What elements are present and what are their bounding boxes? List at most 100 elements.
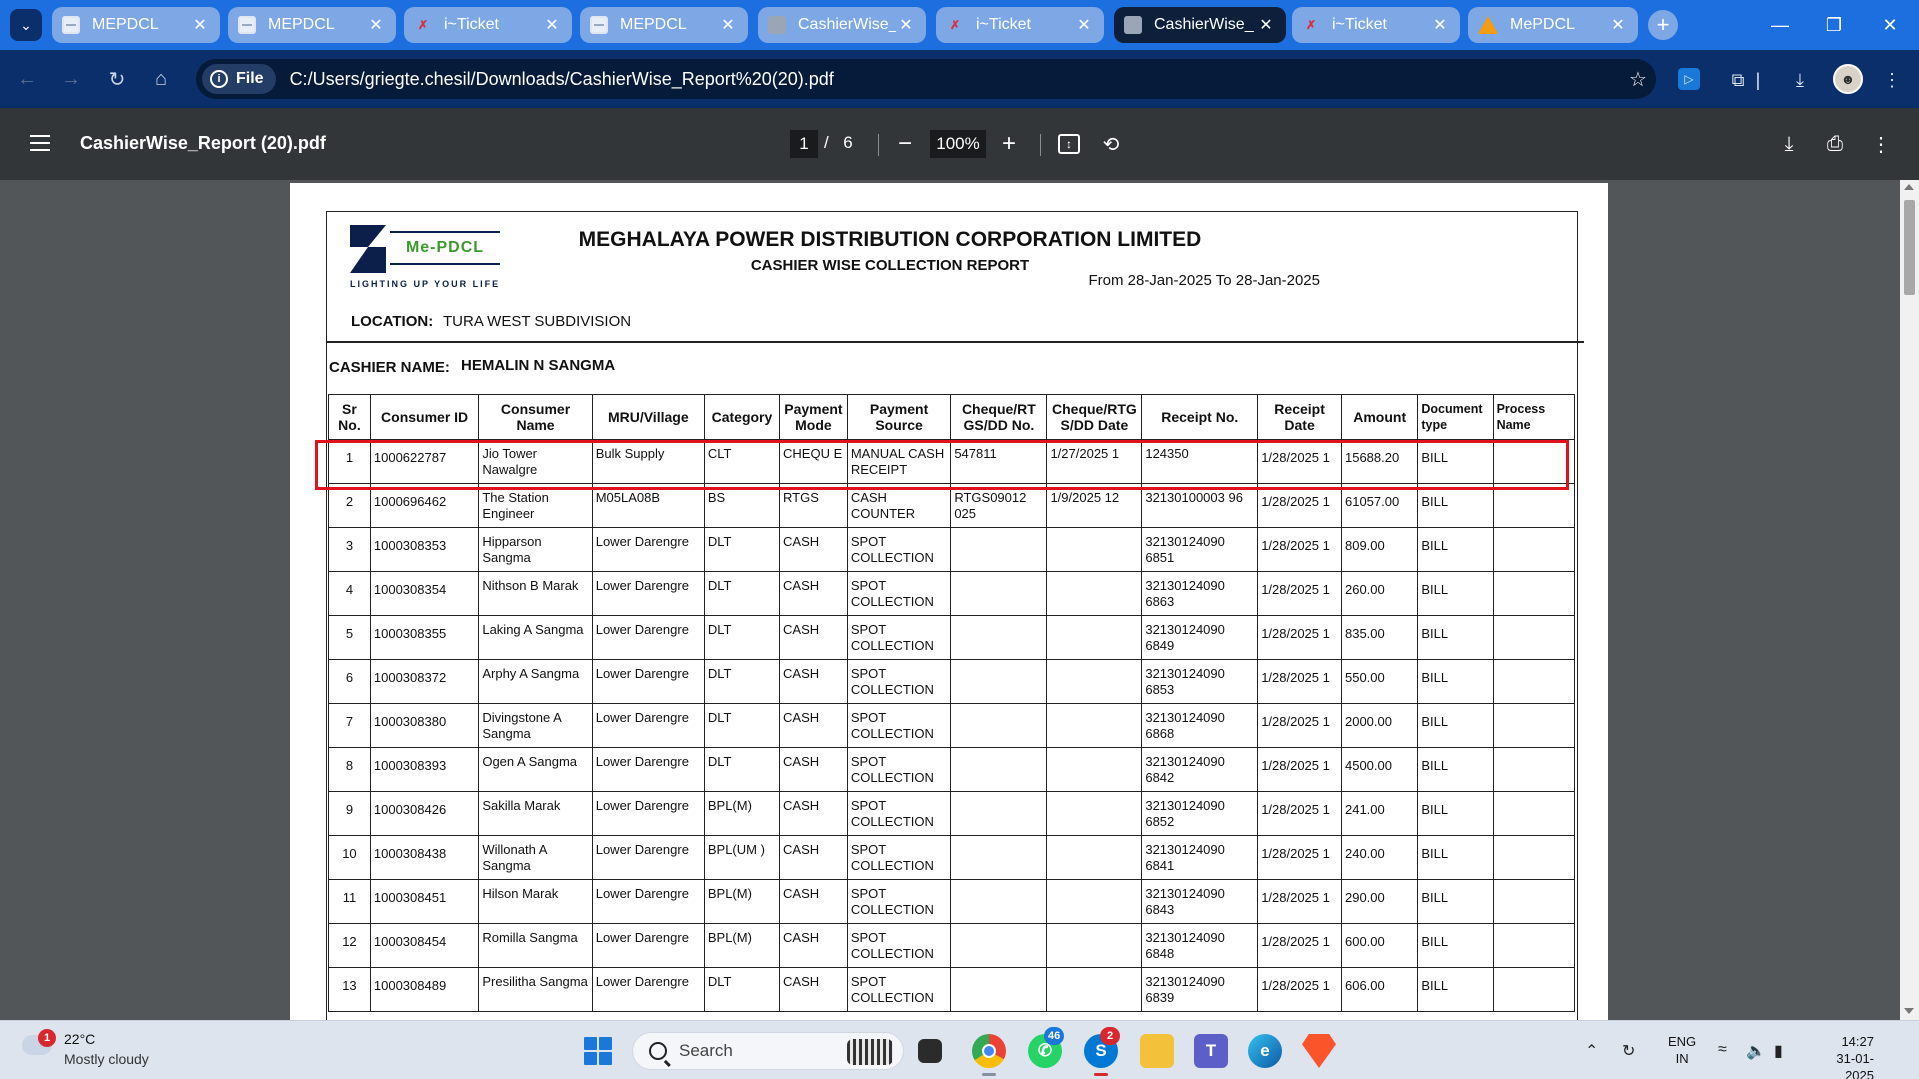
- more-vert-icon[interactable]: ⋮: [1878, 66, 1906, 94]
- table-cell: Ogen A Sangma: [478, 747, 593, 792]
- table-cell: [1492, 791, 1576, 836]
- close-window-button[interactable]: ✕: [1862, 0, 1918, 50]
- fit-page-icon[interactable]: ↕: [1058, 134, 1080, 154]
- windows-icon: [584, 1037, 597, 1050]
- tab-mepdcl-1[interactable]: MEPDCL ✕: [52, 7, 220, 43]
- cast-icon[interactable]: ▷: [1678, 68, 1700, 90]
- table-cell: 550.00: [1340, 659, 1419, 704]
- scroll-down-icon[interactable]: [1904, 1008, 1914, 1014]
- language-bottom: IN: [1675, 1051, 1689, 1066]
- download-icon[interactable]: ⤓: [1786, 66, 1814, 94]
- close-icon[interactable]: ✕: [1074, 15, 1094, 35]
- language-indicator[interactable]: ENG IN: [1668, 1033, 1696, 1067]
- site-info-chip[interactable]: i File: [202, 64, 276, 94]
- clock[interactable]: 14:27 31-01-2025: [1810, 1033, 1874, 1079]
- file-explorer-icon[interactable]: [1140, 1034, 1174, 1068]
- reload-button[interactable]: ↻: [102, 64, 132, 94]
- table-cell: Arphy A Sangma: [478, 659, 593, 704]
- task-view-icon[interactable]: [918, 1039, 942, 1063]
- tab-search-button[interactable]: ⌄: [10, 9, 42, 41]
- teams-icon[interactable]: T: [1194, 1034, 1228, 1068]
- close-icon[interactable]: ✕: [542, 15, 562, 35]
- zoom-in-button[interactable]: +: [994, 129, 1024, 159]
- home-button[interactable]: ⌂: [146, 64, 176, 94]
- table-cell: 1000308355: [369, 615, 480, 660]
- table-cell: 1000308454: [369, 923, 480, 968]
- back-button[interactable]: ←: [12, 64, 42, 94]
- tab-mepdcl-2[interactable]: MEPDCL ✕: [228, 7, 396, 43]
- tab-mepdcl-3[interactable]: MEPDCL ✕: [580, 7, 748, 43]
- battery-icon[interactable]: ▮: [1774, 1041, 1783, 1061]
- zoom-out-button[interactable]: −: [890, 129, 920, 159]
- print-icon[interactable]: ⎙: [1820, 129, 1850, 159]
- scroll-up-icon[interactable]: [1904, 184, 1914, 190]
- close-icon[interactable]: ✕: [190, 15, 210, 35]
- close-icon[interactable]: ✕: [1608, 15, 1628, 35]
- extensions-icon[interactable]: ⧉: [1724, 66, 1752, 94]
- close-icon[interactable]: ✕: [1256, 15, 1276, 35]
- page-number-input[interactable]: 1: [790, 130, 818, 158]
- rotate-icon[interactable]: ⟲: [1096, 129, 1126, 159]
- pdf-viewport[interactable]: Me-PDCL LIGHTING UP YOUR LIFE MEGHALAYA …: [0, 180, 1919, 1020]
- avatar[interactable]: ☻: [1833, 64, 1863, 94]
- close-icon: ✕: [1882, 14, 1898, 35]
- wifi-icon[interactable]: ≈: [1718, 1041, 1727, 1059]
- brave-icon[interactable]: [1302, 1034, 1336, 1068]
- close-icon[interactable]: ✕: [1430, 15, 1450, 35]
- restore-button[interactable]: ❐: [1806, 0, 1862, 50]
- zoom-input[interactable]: 100%: [930, 130, 986, 158]
- search-highlight-image: [847, 1039, 893, 1065]
- table-cell: [1492, 615, 1576, 660]
- table-cell: M05LA08B: [591, 483, 705, 528]
- tab-mepdcl-warning[interactable]: MePDCL ✕: [1468, 7, 1638, 43]
- bookmark-star-icon[interactable]: ☆: [1620, 67, 1656, 92]
- edge-icon[interactable]: e: [1248, 1034, 1282, 1068]
- url-text[interactable]: C:/Users/griegte.chesil/Downloads/Cashie…: [290, 69, 1620, 90]
- scrollbar[interactable]: [1900, 180, 1919, 1020]
- ticket-icon: ✗: [949, 18, 961, 32]
- menu-icon[interactable]: [30, 135, 50, 151]
- weather-alert-badge: 1: [38, 1029, 56, 1047]
- chrome-center: [982, 1044, 996, 1058]
- table-cell: 1/28/2025 1: [1257, 923, 1342, 968]
- page-separator: /: [824, 133, 829, 152]
- minimize-button[interactable]: —: [1752, 0, 1808, 50]
- table-cell: SPOT COLLECTION: [846, 747, 952, 792]
- new-tab-button[interactable]: +: [1648, 10, 1678, 40]
- table-cell: Willonath A Sangma: [478, 835, 593, 880]
- taskbar-search[interactable]: Search: [632, 1032, 904, 1070]
- table-row: 8 1000308393 Ogen A Sangma Lower Darengre DL…: [328, 747, 1576, 792]
- table-cell: 1/28/2025 1: [1257, 483, 1342, 528]
- tab-iticket-1[interactable]: ✗ i~Ticket ✕: [404, 7, 572, 43]
- column-header: Receipt Date: [1257, 394, 1342, 440]
- scroll-thumb[interactable]: [1904, 200, 1915, 295]
- running-indicator: [1094, 1073, 1108, 1076]
- close-icon[interactable]: ✕: [718, 15, 738, 35]
- sync-icon[interactable]: ↻: [1622, 1041, 1635, 1061]
- tab-iticket-3[interactable]: ✗ i~Ticket ✕: [1292, 7, 1460, 43]
- download-icon[interactable]: ⤓: [1774, 129, 1804, 159]
- table-cell: [1046, 615, 1143, 660]
- info-icon: i: [210, 70, 228, 88]
- forward-button[interactable]: →: [56, 64, 86, 94]
- table-cell: 1/28/2025 1: [1257, 703, 1342, 748]
- table-cell: CASH: [779, 923, 848, 968]
- volume-icon[interactable]: 🔈: [1746, 1041, 1766, 1061]
- chrome-icon[interactable]: [972, 1034, 1006, 1068]
- table-cell: Presilitha Sangma: [478, 967, 593, 1012]
- close-icon[interactable]: ✕: [366, 15, 386, 35]
- collection-table: Sr No. Consumer ID Consumer Name MRU/Villag…: [328, 394, 1576, 1012]
- tab-strip: ⌄ MEPDCL ✕ MEPDCL ✕ ✗ i~Ticket ✕ MEPDCL …: [0, 0, 1919, 50]
- chevron-up-icon[interactable]: ⌃: [1585, 1041, 1598, 1061]
- omnibox[interactable]: i File C:/Users/griegte.chesil/Downloads…: [196, 59, 1656, 99]
- mepdcl-logo: Me-PDCL LIGHTING UP YOUR LIFE: [350, 225, 500, 293]
- start-button[interactable]: [584, 1037, 612, 1065]
- close-icon[interactable]: ✕: [896, 15, 916, 35]
- more-vert-icon[interactable]: ⋮: [1866, 129, 1896, 159]
- column-header: Consumer Name: [478, 394, 593, 440]
- table-cell: 32130124090 6842: [1141, 747, 1259, 792]
- location-value: TURA WEST SUBDIVISION: [443, 313, 632, 330]
- tab-cashierwise-active[interactable]: CashierWise_ ✕: [1114, 7, 1286, 43]
- tab-cashierwise-1[interactable]: CashierWise_ ✕: [758, 7, 926, 43]
- tab-iticket-2[interactable]: ✗ i~Ticket ✕: [936, 7, 1104, 43]
